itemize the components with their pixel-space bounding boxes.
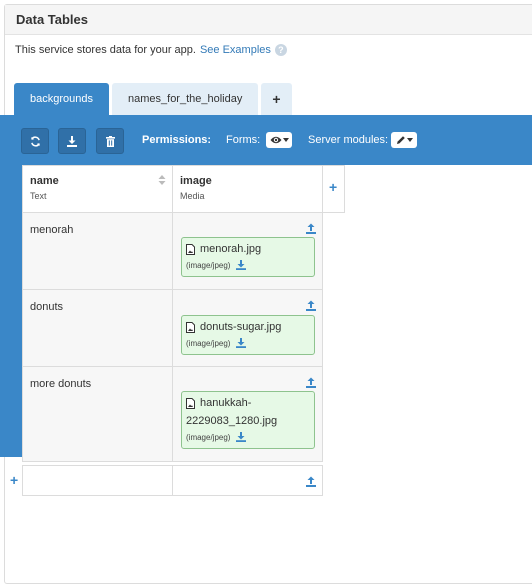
panel-header: Data Tables [5,5,532,35]
panel-title: Data Tables [16,12,89,27]
download-icon[interactable] [236,260,247,270]
row-name: donuts [30,301,64,313]
file-image-icon [186,322,195,333]
file-name: hanukkah- [200,397,252,409]
media-file[interactable]: donuts-sugar.jpg (image/jpeg) [181,315,315,355]
download-button[interactable] [58,128,86,154]
add-row-button[interactable]: + [10,472,18,488]
column-type: Media [180,191,205,201]
file-name: menorah.jpg [200,243,262,255]
table-toolbar: Permissions: Forms: Server modules: [0,115,532,165]
new-row-image-cell[interactable] [172,465,323,496]
see-examples-link[interactable]: See Examples [200,44,271,56]
chevron-down-icon [406,138,413,142]
server-modules-permission-dropdown[interactable] [391,132,417,148]
add-column-button[interactable]: + [322,165,345,213]
file-name-continued: 2229083_1280.jpg [186,415,278,427]
permissions-label: Permissions: [142,134,212,146]
add-table-tab[interactable]: + [261,83,292,115]
upload-icon[interactable] [306,223,316,234]
tab-names-for-the-holiday[interactable]: names_for_the_holiday [112,83,259,115]
download-icon[interactable] [236,338,247,348]
download-icon [67,135,77,147]
delete-table-button[interactable] [96,128,124,154]
file-mime: (image/jpeg) [186,260,231,270]
chevron-down-icon [282,138,289,142]
trash-icon [105,135,115,147]
column-header-image[interactable]: image Media [172,165,323,213]
forms-permission-dropdown[interactable] [266,132,292,148]
file-name: donuts-sugar.jpg [200,321,282,333]
table-row-cell[interactable]: donuts [22,289,173,367]
upload-icon[interactable] [306,300,316,311]
upload-icon[interactable] [306,476,316,487]
column-name: image [180,175,212,187]
refresh-button[interactable] [21,128,49,154]
media-file[interactable]: menorah.jpg (image/jpeg) [181,237,315,277]
table-row-cell[interactable]: more donuts [22,366,173,462]
server-modules-label: Server modules: [308,134,389,146]
tab-backgrounds[interactable]: backgrounds [14,83,109,115]
description: This service stores data for your app. S… [15,44,287,56]
plus-icon: + [329,179,338,195]
file-image-icon [186,244,195,255]
sort-icon[interactable] [158,174,166,186]
column-type: Text [30,191,47,201]
file-mime: (image/jpeg) [186,338,231,348]
table-row-cell[interactable]: menorah [22,212,173,290]
file-image-icon [186,398,195,409]
column-name: name [30,175,59,187]
row-name: more donuts [30,378,92,390]
pencil-icon [396,136,405,144]
media-file[interactable]: hanukkah- 2229083_1280.jpg (image/jpeg) [181,391,315,449]
eye-icon [270,136,281,144]
table-tabs: backgrounds names_for_the_holiday + [14,83,295,115]
table-row-cell: menorah.jpg (image/jpeg) [172,212,323,290]
download-icon[interactable] [236,432,247,442]
forms-label: Forms: [226,134,261,146]
row-name: menorah [30,224,74,236]
table-row-cell: donuts-sugar.jpg (image/jpeg) [172,289,323,367]
description-text: This service stores data for your app. [15,44,196,56]
new-row-name-cell[interactable] [22,465,173,496]
upload-icon[interactable] [306,377,316,388]
column-header-name[interactable]: name Text [22,165,173,213]
file-mime: (image/jpeg) [186,432,231,442]
row-gutter [0,165,22,457]
refresh-icon [30,135,40,147]
table-row-cell: hanukkah- 2229083_1280.jpg (image/jpeg) [172,366,323,462]
help-icon[interactable]: ? [274,44,287,56]
